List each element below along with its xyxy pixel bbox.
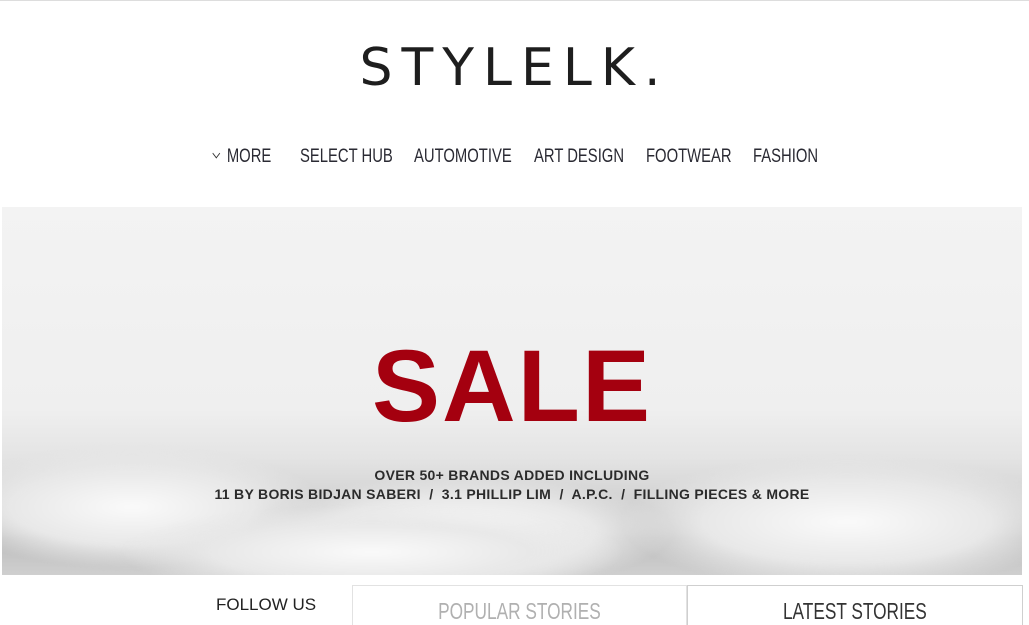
sale-banner[interactable]: SALE OVER 50+ BRANDS ADDED INCLUDING 11 … xyxy=(2,207,1022,575)
nav-label: MORE xyxy=(226,146,272,167)
nav-item-art-design[interactable]: ART DESIGN xyxy=(534,146,624,168)
tab-latest-stories[interactable]: LATEST STORIES xyxy=(687,585,1023,625)
banner-brands: 11 BY BORIS BIDJAN SABERI / 3.1 PHILLIP … xyxy=(214,486,810,502)
top-border xyxy=(0,0,1029,1)
nav-item-automotive[interactable]: AUTOMOTIVE xyxy=(414,146,512,168)
follow-us-label: FOLLOW US xyxy=(216,595,317,614)
tab-label: POPULAR STORIES xyxy=(438,598,601,624)
site-logo[interactable]: STYLELK. xyxy=(0,38,1029,98)
nav-item-select-hub[interactable]: SELECT HUB xyxy=(300,146,393,168)
banner-subtitle: OVER 50+ BRANDS ADDED INCLUDING xyxy=(374,467,650,483)
sale-headline: SALE xyxy=(371,329,653,443)
main-nav: MORE SELECT HUB AUTOMOTIVE ART DESIGN FO… xyxy=(0,146,1029,174)
tab-label: LATEST STORIES xyxy=(783,598,927,624)
tab-popular-stories[interactable]: POPULAR STORIES xyxy=(352,585,687,625)
nav-item-fashion[interactable]: FASHION xyxy=(753,146,818,168)
chevron-down-icon xyxy=(212,148,221,159)
nav-item-footwear[interactable]: FOOTWEAR xyxy=(646,146,732,168)
nav-item-more[interactable]: MORE xyxy=(212,146,271,168)
